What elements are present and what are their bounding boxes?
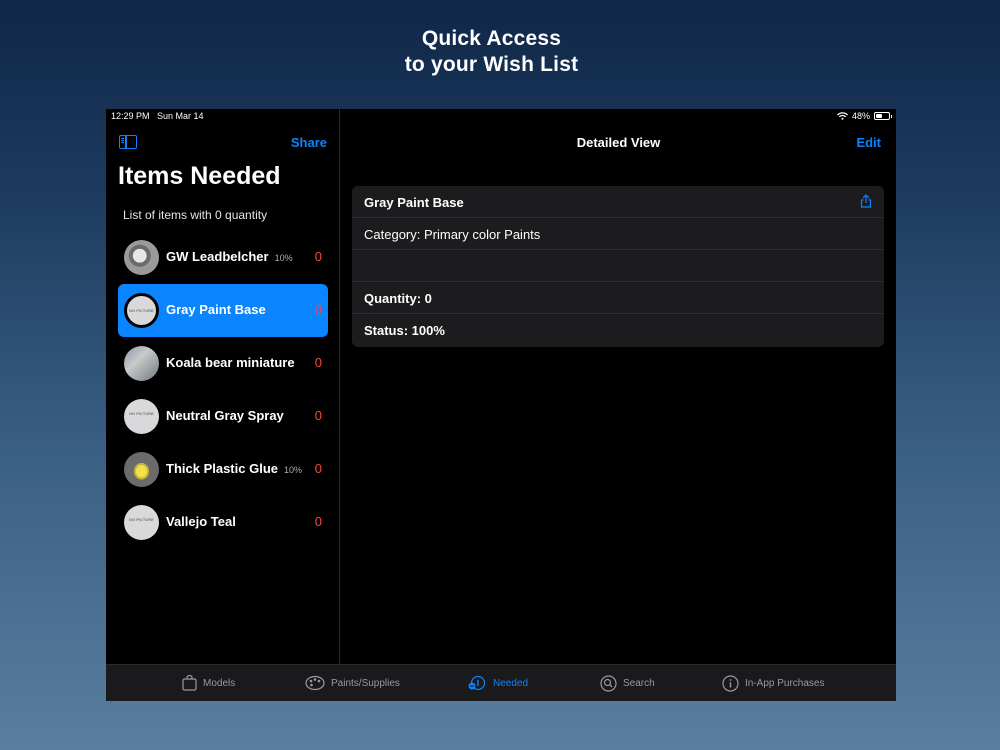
item-name: Vallejo Teal xyxy=(166,514,236,529)
item-thumbnail xyxy=(124,240,159,275)
tab-label: In-App Purchases xyxy=(745,678,825,689)
sidebar: Share Items Needed List of items with 0 … xyxy=(106,109,340,664)
item-thumbnail xyxy=(124,452,159,487)
detail-quantity: Quantity: 0 xyxy=(352,282,884,314)
edit-button[interactable]: Edit xyxy=(856,135,881,150)
item-percent: 10% xyxy=(274,253,293,263)
tab-bar: Models Paints/Supplies Needed Search In-… xyxy=(106,664,896,701)
bag-icon xyxy=(182,675,197,691)
list-item-gw-leadbelcher[interactable]: GW Leadbelcher 10% 0 xyxy=(118,231,328,284)
tab-label: Search xyxy=(623,678,655,689)
list-subtitle: List of items with 0 quantity xyxy=(123,208,268,222)
no-picture-text: NO PICTURE xyxy=(129,517,154,522)
item-thumbnail-no-picture: NO PICTURE xyxy=(124,399,159,434)
item-thumbnail-no-picture: NO PICTURE xyxy=(124,293,159,328)
headline-line-2: to your Wish List xyxy=(404,53,579,76)
list-item-koala-bear[interactable]: Koala bear miniature 0 xyxy=(118,337,328,390)
detail-card: Gray Paint Base Category: Primary color … xyxy=(352,186,884,347)
tab-label: Needed xyxy=(493,677,529,689)
tab-in-app-purchases[interactable]: In-App Purchases xyxy=(722,675,825,692)
item-thumbnail-no-picture: NO PICTURE xyxy=(124,505,159,540)
list-item-thick-plastic-glue[interactable]: Thick Plastic Glue 10% 0 xyxy=(118,443,328,496)
detail-notes xyxy=(352,250,884,282)
search-icon xyxy=(600,675,617,692)
detail-item-name: Gray Paint Base xyxy=(352,186,884,218)
no-picture-text: NO PICTURE xyxy=(129,411,154,416)
list-item-neutral-gray-spray[interactable]: NO PICTURE Neutral Gray Spray 0 xyxy=(118,390,328,443)
item-quantity: 0 xyxy=(314,408,322,423)
palette-icon xyxy=(305,675,325,691)
detail-status: Status: 100% xyxy=(364,323,445,338)
detail-category: Category: Primary color Paints xyxy=(352,218,884,250)
item-quantity: 0 xyxy=(314,302,322,317)
item-quantity: 0 xyxy=(314,461,322,476)
items-list: GW Leadbelcher 10% 0 NO PICTURE Gray Pain… xyxy=(118,231,328,549)
item-name: Thick Plastic Glue 10% xyxy=(166,461,303,476)
no-picture-text: NO PICTURE xyxy=(129,308,154,313)
item-name: Koala bear miniature xyxy=(166,355,295,370)
detail-nav-title: Detailed View xyxy=(576,135,661,150)
tab-paints-supplies[interactable]: Paints/Supplies xyxy=(305,675,400,691)
page-title: Items Needed xyxy=(118,162,281,190)
tab-search[interactable]: Search xyxy=(600,675,655,692)
item-thumbnail xyxy=(124,346,159,381)
item-name: GW Leadbelcher 10% xyxy=(166,249,293,264)
ipad-screen: 12:29 PM Sun Mar 14 48% Share Items Need… xyxy=(106,109,896,701)
item-quantity: 0 xyxy=(314,249,322,264)
tab-needed[interactable]: Needed xyxy=(467,675,528,691)
info-icon xyxy=(722,675,739,692)
tab-models[interactable]: Models xyxy=(182,675,235,691)
item-percent: 10% xyxy=(284,465,303,475)
share-button[interactable]: Share xyxy=(291,135,327,150)
list-item-gray-paint-base[interactable]: NO PICTURE Gray Paint Base 0 xyxy=(118,284,328,337)
item-quantity: 0 xyxy=(314,514,322,529)
headline-line-1: Quick Access xyxy=(421,27,562,50)
needed-icon xyxy=(468,675,486,691)
share-icon[interactable] xyxy=(860,194,872,208)
item-quantity: 0 xyxy=(314,355,322,370)
detail-pane: Detailed View Edit Gray Paint Base Categ… xyxy=(341,109,896,664)
list-item-vallejo-teal[interactable]: NO PICTURE Vallejo Teal 0 xyxy=(118,496,328,549)
tab-label: Paints/Supplies xyxy=(331,677,400,689)
promo-headline: Quick Access to your Wish List xyxy=(0,26,983,78)
tab-label: Models xyxy=(203,677,236,689)
sidebar-toggle-icon[interactable] xyxy=(119,135,137,149)
item-name: Neutral Gray Spray xyxy=(166,408,284,423)
item-name: Gray Paint Base xyxy=(166,302,266,317)
